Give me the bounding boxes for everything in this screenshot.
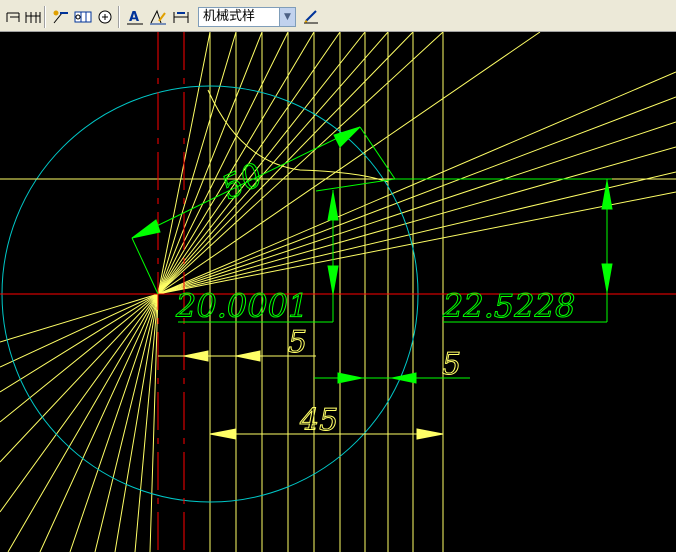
left-height-text: 20.0001 bbox=[175, 287, 308, 325]
chevron-down-icon[interactable]: ▼ bbox=[279, 8, 295, 26]
dimension-update-icon[interactable] bbox=[170, 6, 192, 28]
dimension-toolbar: A 机械式样 ▼ bbox=[0, 0, 676, 32]
width-text: 45 bbox=[299, 403, 338, 438]
spacing-right-text: 5 bbox=[442, 347, 461, 382]
drawing-canvas[interactable]: 50 20.0001 22.5228 5 5 45 bbox=[0, 32, 676, 552]
right-height-text: 22.5228 bbox=[442, 287, 575, 325]
dimension-text-edit-icon[interactable] bbox=[147, 6, 169, 28]
continue-dimension-icon[interactable] bbox=[22, 6, 44, 28]
dimension-style-icon[interactable] bbox=[300, 6, 322, 28]
dimension-style-select[interactable]: 机械式样 ▼ bbox=[198, 7, 296, 27]
quick-leader-icon[interactable] bbox=[50, 6, 72, 28]
center-mark-icon[interactable] bbox=[94, 6, 116, 28]
dimension-style-value: 机械式样 bbox=[203, 9, 256, 24]
spacing-left-text: 5 bbox=[288, 325, 307, 360]
dimension-edit-icon[interactable]: A bbox=[124, 6, 146, 28]
svg-text:A: A bbox=[129, 10, 139, 25]
tolerance-icon[interactable] bbox=[72, 6, 94, 28]
baseline-dimension-icon[interactable] bbox=[2, 6, 24, 28]
